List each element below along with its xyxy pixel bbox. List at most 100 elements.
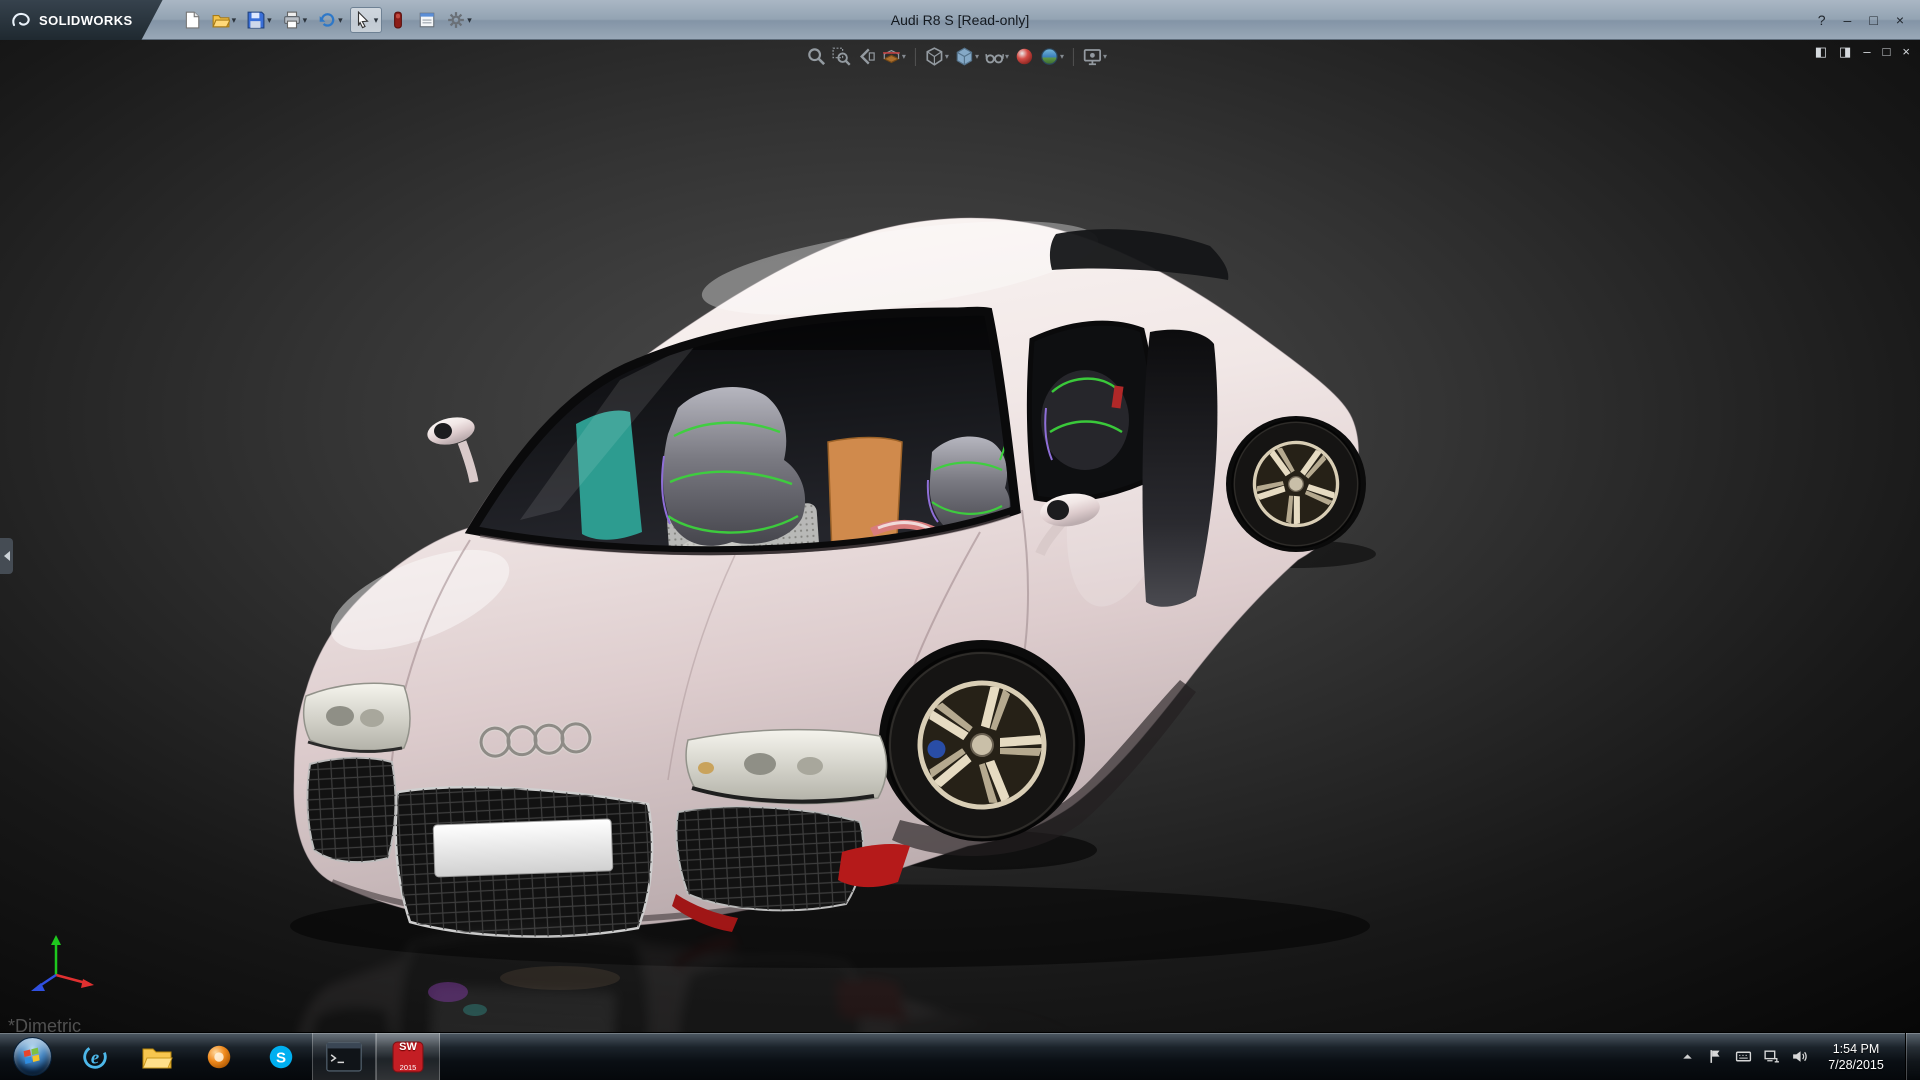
help-button[interactable]: ? [1818, 13, 1826, 27]
dropdown-caret-icon[interactable]: ▾ [1005, 52, 1009, 61]
right-air-intake[interactable] [676, 807, 863, 910]
headsup-view-toolbar: ▾ ▾ ▾ ▾ ▾ ▾ [805, 44, 1109, 69]
3ds-logo-icon [10, 11, 32, 29]
flag-icon [1707, 1048, 1724, 1065]
taskbar-clock[interactable]: 1:54 PM 7/28/2015 [1813, 1041, 1899, 1073]
hide-show-icon [985, 47, 1004, 66]
file-properties-button[interactable] [414, 7, 440, 33]
right-headlight[interactable] [686, 730, 887, 804]
save-button[interactable]: ▾ [243, 7, 276, 33]
select-button[interactable]: ▾ [350, 7, 383, 33]
view-settings-button[interactable]: ▾ [1081, 44, 1109, 69]
orientation-triad [22, 931, 102, 995]
toolbar-divider [915, 48, 916, 66]
dropdown-caret-icon[interactable]: ▾ [945, 52, 949, 61]
quick-access-toolbar: ▾ ▾ ▾ ▾ ▾ ▾ [179, 7, 476, 33]
rebuild-button[interactable] [385, 7, 411, 33]
document-window-controls: ◧ ◨–□ × [1815, 45, 1910, 59]
feature-tree-collapse-tab[interactable] [0, 538, 13, 574]
network-icon [1763, 1048, 1780, 1065]
volume-button[interactable] [1785, 1033, 1813, 1080]
previous-view-button[interactable] [855, 44, 878, 69]
edit-appearance-button[interactable] [1013, 44, 1036, 69]
close-button[interactable]: × [1896, 13, 1904, 27]
front-grille[interactable] [396, 787, 652, 936]
svg-text:e: e [91, 1047, 99, 1068]
print-button[interactable]: ▾ [279, 7, 312, 33]
section-icon [882, 47, 901, 66]
dropdown-caret-icon[interactable]: ▾ [1060, 52, 1064, 61]
close-document-button[interactable]: × [1902, 45, 1910, 59]
dropdown-caret-icon[interactable]: ▾ [303, 15, 308, 26]
dropdown-caret-icon[interactable]: ▾ [975, 52, 979, 61]
start-button[interactable] [0, 1033, 64, 1080]
interior-through-side-window [1041, 370, 1129, 470]
internet-explorer-taskbar-button[interactable]: e [64, 1033, 126, 1080]
appearance-icon [1015, 47, 1034, 66]
media-player-taskbar-button[interactable] [188, 1033, 250, 1080]
zoom-to-fit-button[interactable] [805, 44, 828, 69]
solidworks-2015-badge: 2015 [377, 1063, 439, 1072]
network-status-button[interactable] [1757, 1033, 1785, 1080]
undo-button[interactable]: ▾ [314, 7, 347, 33]
hide-show-items-button[interactable]: ▾ [983, 44, 1011, 69]
dropdown-caret-icon[interactable]: ▾ [467, 15, 472, 26]
restore-button[interactable]: □ [1869, 13, 1877, 27]
zoom-fit-icon [807, 47, 826, 66]
graphics-area[interactable]: ▾▾▾▾▾▾ ◧◨–□× *Dimetric [0, 40, 1920, 1033]
display-style-button[interactable]: ▾ [953, 44, 981, 69]
options-icon [447, 11, 465, 29]
tile-left-button[interactable]: ◧ [1815, 45, 1827, 59]
show-desktop-button[interactable] [1905, 1033, 1920, 1080]
windows-explorer-taskbar-button[interactable] [126, 1033, 188, 1080]
new-button[interactable] [179, 7, 205, 33]
keyboard-icon [1735, 1048, 1752, 1065]
toolbar-divider [1073, 48, 1074, 66]
scene-icon [1040, 47, 1059, 66]
dropdown-caret-icon[interactable]: ▾ [1103, 52, 1107, 61]
dropdown-caret-icon[interactable]: ▾ [232, 15, 237, 26]
save-icon [247, 11, 265, 29]
minimize-button[interactable]: – [1844, 13, 1852, 27]
file-properties-icon [418, 11, 436, 29]
folder-icon [141, 1043, 173, 1071]
zoom-area-icon [832, 47, 851, 66]
apply-scene-button[interactable]: ▾ [1038, 44, 1066, 69]
select-icon [354, 11, 372, 29]
dropdown-caret-icon[interactable]: ▾ [267, 15, 272, 26]
minimize-document-button[interactable]: – [1863, 45, 1870, 59]
chevron-up-icon [1679, 1048, 1696, 1065]
section-view-button[interactable]: ▾ [880, 44, 908, 69]
3d-scene[interactable] [0, 40, 1920, 1033]
windows-logo-icon [13, 1037, 52, 1076]
command-prompt-taskbar-button[interactable] [312, 1033, 376, 1080]
solidworks-logo: SOLIDWORKS [0, 0, 163, 40]
titlebar: SOLIDWORKS ▾▾▾▾▾▾ Audi R8 S [Read-only] … [0, 0, 1920, 40]
print-icon [283, 11, 301, 29]
solidworks-2015-taskbar-button[interactable]: SW 2015 [376, 1033, 440, 1080]
zoom-to-area-button[interactable] [830, 44, 853, 69]
input-indicator-button[interactable] [1729, 1033, 1757, 1080]
action-center-button[interactable] [1701, 1033, 1729, 1080]
dropdown-caret-icon[interactable]: ▾ [374, 15, 379, 26]
left-headlight[interactable] [304, 683, 410, 752]
skype-icon: S [266, 1042, 296, 1072]
desktop: SOLIDWORKS ▾▾▾▾▾▾ Audi R8 S [Read-only] … [0, 0, 1920, 1080]
ie-icon: e [80, 1042, 110, 1072]
svg-text:S: S [276, 1049, 286, 1066]
speaker-icon [1791, 1048, 1808, 1065]
skype-taskbar-button[interactable]: S [250, 1033, 312, 1080]
brand-text: SOLIDWORKS [39, 13, 133, 28]
open-button[interactable]: ▾ [208, 7, 241, 33]
wmp-icon [204, 1042, 234, 1072]
tile-right-button[interactable]: ◨ [1839, 45, 1851, 59]
restore-document-button[interactable]: □ [1883, 45, 1891, 59]
solidworks-2015-label: SW [377, 1041, 439, 1053]
clock-time: 1:54 PM [1813, 1041, 1899, 1057]
dropdown-caret-icon[interactable]: ▾ [338, 15, 343, 26]
left-air-intake[interactable] [307, 758, 395, 862]
view-orientation-button[interactable]: ▾ [923, 44, 951, 69]
dropdown-caret-icon[interactable]: ▾ [902, 52, 906, 61]
options-button[interactable]: ▾ [443, 7, 476, 33]
show-hidden-icons-button[interactable] [1673, 1033, 1701, 1080]
